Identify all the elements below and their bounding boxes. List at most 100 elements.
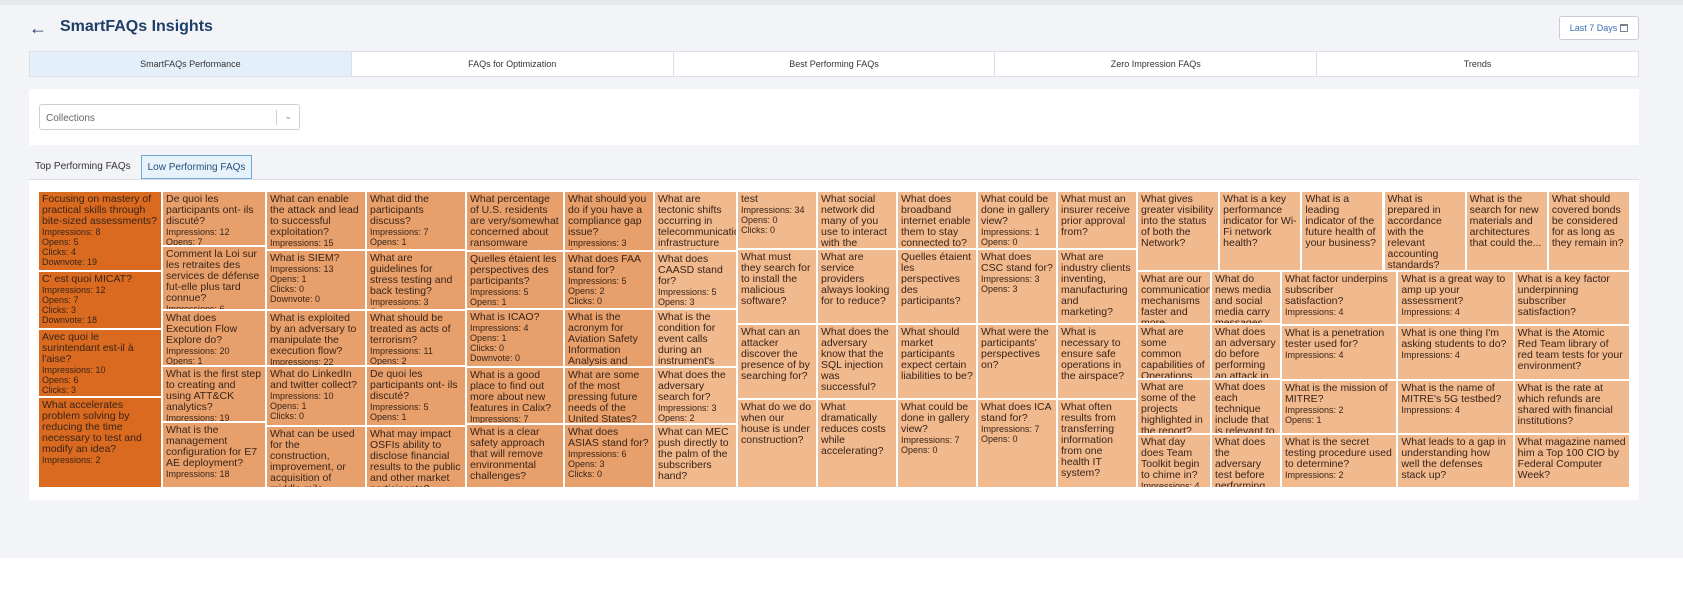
treemap-cell[interactable]: What is a key factor underpinning subscr…: [1513, 271, 1630, 326]
treemap-cell[interactable]: Focusing on mastery of practical skills …: [38, 191, 162, 271]
treemap-cell[interactable]: What should market participants expect c…: [897, 324, 977, 399]
treemap-cell[interactable]: What is the rate at which refunds are sh…: [1513, 379, 1630, 434]
treemap-cell[interactable]: What are our communications mechanisms f…: [1137, 271, 1211, 324]
treemap-cell[interactable]: What is the acronym for Aviation Safety …: [564, 309, 654, 367]
treemap-cell[interactable]: What often results from transferring inf…: [1057, 399, 1137, 488]
treemap-cell[interactable]: Avec quoi le surintendant est-il à l'ais…: [38, 329, 162, 397]
treemap-cell[interactable]: What does broadband internet enable them…: [897, 191, 977, 249]
treemap-cell[interactable]: De quoi les participants ont- ils discut…: [162, 191, 266, 246]
treemap-cell[interactable]: What can an attacker discover the presen…: [737, 324, 817, 399]
treemap-cell[interactable]: What is SIEM? Impressions: 13 Opens: 1 Clic…: [266, 250, 366, 310]
treemap-cell[interactable]: What do we do when our house is under co…: [737, 399, 817, 488]
tab-trends[interactable]: Trends: [1317, 52, 1638, 76]
calendar-icon: [1620, 24, 1629, 32]
treemap-cell[interactable]: What does Execution Flow Explore do? Impr…: [162, 310, 266, 366]
treemap-cell[interactable]: What were the participants' perspectives…: [977, 324, 1057, 399]
treemap-cell[interactable]: What is a clear safety approach that wil…: [466, 424, 564, 488]
treemap-cell[interactable]: What can MEC push directly to the palm o…: [654, 424, 737, 488]
treemap-cell[interactable]: What is a good place to find out more ab…: [466, 367, 564, 424]
treemap-cell[interactable]: What is the mission of MITRE? Impressions…: [1281, 379, 1398, 434]
treemap-cell[interactable]: What is necessary to ensure safe operati…: [1057, 324, 1137, 399]
treemap-cell[interactable]: What is prepared in accordance with the …: [1383, 191, 1466, 271]
back-arrow-icon[interactable]: ←: [29, 18, 47, 39]
app-background: ← SmartFAQs Insights Last 7 Days SmartFA…: [0, 0, 1683, 558]
treemap-cell[interactable]: What must they search for to install the…: [737, 249, 817, 324]
treemap-cell[interactable]: What are guidelines for stress testing a…: [366, 250, 466, 310]
treemap-cell[interactable]: What do news media and social media carr…: [1211, 271, 1281, 324]
faq-question: What does broadband internet enable them…: [901, 193, 971, 249]
treemap-cell[interactable]: What does FAA stand for? Impressions: 5 Op…: [564, 251, 654, 309]
treemap-cell[interactable]: What does CAASD stand for? Impressions: 5…: [654, 251, 737, 309]
collections-select[interactable]: Collections ⌄: [39, 104, 300, 130]
faq-question: What does the adversary test before perf…: [1215, 436, 1266, 488]
treemap-cell[interactable]: What is ICAO? Impressions: 4 Opens: 1 Click…: [466, 309, 564, 367]
treemap-cell[interactable]: What does each technique include that is…: [1211, 379, 1281, 434]
treemap-cell[interactable]: What day does Team Toolkit begin to chim…: [1137, 434, 1211, 488]
treemap-cell[interactable]: What are tectonic shifts occurring in te…: [654, 191, 737, 251]
treemap-cell[interactable]: What should covered bonds be considered …: [1547, 191, 1630, 271]
treemap-cell[interactable]: What are some of the most pressing futur…: [564, 367, 654, 424]
treemap-cell[interactable]: What factor underpins subscriber satisfa…: [1281, 271, 1398, 326]
faq-question: Comment la Loi sur les retraites des ser…: [166, 248, 260, 304]
treemap-cell[interactable]: What are some of the projects highlighte…: [1137, 379, 1211, 434]
treemap-cell[interactable]: Quelles étaient les perspectives des par…: [897, 249, 977, 324]
treemap-cell[interactable]: What is a key performance indicator for …: [1219, 191, 1302, 271]
treemap-cell[interactable]: What does an adversary do before perform…: [1211, 324, 1281, 379]
tab-smartfaqs-performance[interactable]: SmartFAQs Performance: [30, 52, 352, 76]
treemap-cell[interactable]: What is one thing I'm asking students to…: [1397, 325, 1514, 380]
treemap-cell[interactable]: What is a penetration tester used for? Im…: [1281, 325, 1398, 380]
treemap-cell[interactable]: What could be done in gallery view? Impre…: [977, 191, 1057, 249]
treemap-cell[interactable]: test Impressions: 34 Opens: 0 Clicks: 0: [737, 191, 817, 249]
treemap-cell[interactable]: What is the name of MITRE's 5G testbed? I…: [1397, 379, 1514, 434]
treemap-cell[interactable]: What accelerates problem solving by redu…: [38, 397, 162, 488]
subtab-low-performing[interactable]: Low Performing FAQs: [140, 155, 253, 179]
faq-metric: Impressions: 6: [568, 449, 627, 459]
tab-faqs-for-optimization[interactable]: FAQs for Optimization: [352, 52, 674, 76]
treemap-cell[interactable]: What does CSC stand for? Impressions: 3 Op…: [977, 249, 1057, 324]
treemap-cell[interactable]: What are some common capabilities of Ope…: [1137, 324, 1211, 379]
treemap-cell[interactable]: What social network did many of you use …: [817, 191, 897, 249]
treemap-cell[interactable]: Quelles étaient les perspectives des par…: [466, 251, 564, 309]
treemap-cell[interactable]: C' est quoi MICAT? Impressions: 12 Opens: …: [38, 271, 162, 329]
faq-question: What is the acronym for Aviation Safety …: [568, 311, 638, 367]
subtab-top-performing[interactable]: Top Performing FAQs: [29, 155, 137, 177]
treemap-cell[interactable]: What must an insurer receive prior appro…: [1057, 191, 1137, 249]
treemap-cell[interactable]: What can be used for the construction, i…: [266, 426, 366, 488]
treemap-cell[interactable]: What is a leading indicator of the futur…: [1301, 191, 1384, 271]
treemap-cell[interactable]: What do LinkedIn and twitter collect? Imp…: [266, 366, 366, 426]
treemap-cell[interactable]: What is the management configuration for…: [162, 422, 266, 488]
treemap-cell[interactable]: What is a great way to amp up your asses…: [1397, 271, 1514, 326]
faq-metric: Opens: 7: [42, 295, 79, 305]
treemap-cell[interactable]: Comment la Loi sur les retraites des ser…: [162, 246, 266, 310]
treemap-cell[interactable]: What are industry clients inventing, man…: [1057, 249, 1137, 324]
treemap-cell[interactable]: What does ICA stand for? Impressions: 7 Op…: [977, 399, 1057, 488]
treemap-cell[interactable]: What is the condition for event calls du…: [654, 309, 737, 367]
treemap-cell[interactable]: What leads to a gap in understanding how…: [1397, 433, 1514, 488]
treemap-cell[interactable]: What is the secret testing procedure use…: [1281, 433, 1398, 488]
treemap-cell[interactable]: What should you do if you have a complia…: [564, 191, 654, 251]
treemap-cell[interactable]: What magazine named him a Top 100 CIO by…: [1513, 433, 1630, 488]
treemap-cell[interactable]: What does the adversary know that the SQ…: [817, 324, 897, 399]
faq-question: What is a good place to find out more ab…: [470, 369, 552, 414]
treemap-cell[interactable]: What does the adversary test before perf…: [1211, 434, 1281, 488]
treemap-cell[interactable]: What are service providers always lookin…: [817, 249, 897, 324]
treemap-cell[interactable]: What dramatically reduces costs while ac…: [817, 399, 897, 488]
treemap-cell[interactable]: What can enable the attack and lead to s…: [266, 191, 366, 250]
treemap-cell[interactable]: What is exploited by an adversary to man…: [266, 310, 366, 366]
treemap-cell[interactable]: What did the participants discuss? Impres…: [366, 191, 466, 250]
treemap-cell[interactable]: What is the search for new materials and…: [1465, 191, 1548, 271]
treemap-cell[interactable]: What may impact OSFIs ability to disclos…: [366, 426, 466, 488]
treemap-cell[interactable]: What percentage of U.S. residents are ve…: [466, 191, 564, 251]
treemap-cell[interactable]: What could be done in gallery view? Impre…: [897, 399, 977, 488]
date-range-button[interactable]: Last 7 Days: [1559, 16, 1639, 40]
treemap-cell[interactable]: What does the adversary search for? Impre…: [654, 367, 737, 424]
treemap-cell[interactable]: What is the first step to creating and u…: [162, 366, 266, 422]
treemap-cell[interactable]: What does ASIAS stand for? Impressions: 6…: [564, 424, 654, 488]
treemap-cell[interactable]: What is the Atomic Red Team library of r…: [1513, 325, 1630, 380]
chevron-down-icon[interactable]: ⌄: [284, 111, 292, 122]
treemap-cell[interactable]: What gives greater visibility into the s…: [1137, 191, 1220, 271]
tab-best-performing-faqs[interactable]: Best Performing FAQs: [674, 52, 996, 76]
tab-zero-impression-faqs[interactable]: Zero Impression FAQs: [995, 52, 1318, 76]
treemap-cell[interactable]: What should be treated as acts of terror…: [366, 310, 466, 366]
treemap-cell[interactable]: De quoi les participants ont- ils discut…: [366, 366, 466, 426]
